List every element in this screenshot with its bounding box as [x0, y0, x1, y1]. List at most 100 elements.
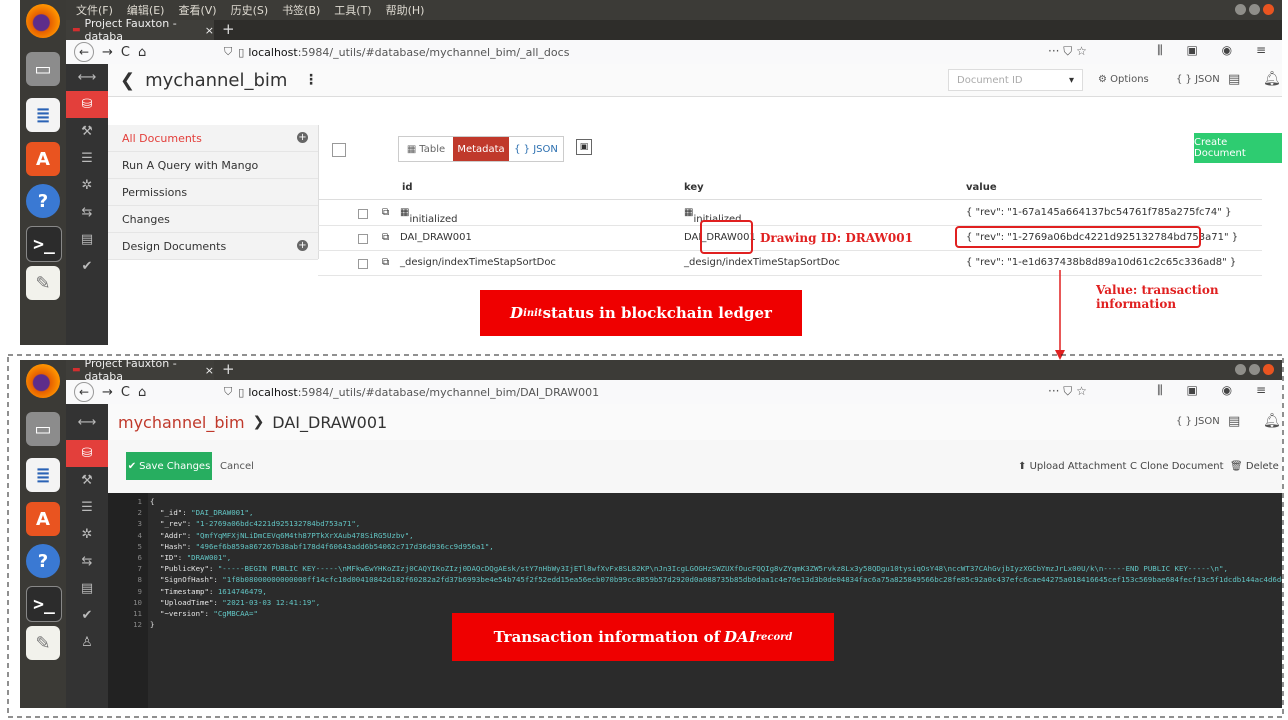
code-line: 1{	[108, 497, 1282, 508]
line-number: 8	[137, 575, 142, 585]
json-value: "DAI_DRAW001",	[191, 508, 254, 518]
json-key: "UploadTime":	[160, 597, 223, 607]
line-number: 12	[133, 620, 142, 630]
fauxton-sidenav: ⟷ ⛁ ⚒ ☰ ✲ ⇆ ▤ ✔ ♙	[66, 404, 108, 708]
url-bar[interactable]: ⛉ ▯ localhost :5984/_utils/#database/myc…	[224, 383, 1044, 401]
databases-icon[interactable]: ⛁	[66, 440, 108, 467]
save-label: Save Changes	[139, 460, 211, 472]
terminal-icon[interactable]: >_	[26, 586, 62, 622]
save-changes-button[interactable]: ✔ Save Changes	[126, 452, 212, 480]
json-key: "~version":	[160, 609, 214, 618]
toolbar-icons[interactable]: ⫼ ▣ ◉ ≡	[1157, 383, 1276, 398]
line-number: 10	[133, 597, 142, 607]
couchdb-icon: ▬	[72, 365, 81, 375]
json-key: "_rev":	[160, 519, 196, 529]
code-line: 10 "UploadTime": "2021-03-03 12:41:19",	[108, 598, 1282, 609]
code-line: 5 "Hash": "496ef6b859a867267b38abf178d4f6…	[108, 542, 1282, 553]
json-value: "2021-03-03 12:41:19",	[222, 597, 321, 607]
code-text: "ID": "DRAW001",	[160, 553, 231, 562]
banner-italic: DAI	[724, 628, 756, 646]
doc-toolbar: ✔ Save Changes Cancel ⬆ Upload Attachmen…	[108, 440, 1282, 494]
json-value: 1614746479,	[217, 586, 267, 596]
back-icon[interactable]: ←	[74, 382, 94, 402]
line-number: 6	[137, 553, 142, 562]
upload-attachment-button[interactable]: ⬆ Upload Attachment	[1018, 461, 1126, 472]
code-text: "Hash": "496ef6b859a867267b38abf178d4f60…	[160, 542, 494, 551]
json-key: "Addr":	[160, 530, 196, 540]
tab-bar: ▬ Project Fauxton - databa × +	[66, 360, 1282, 383]
code-line: 9 "Timestamp": 1614746479,	[108, 587, 1282, 598]
json-value: "-----BEGIN PUBLIC KEY-----\nMFkwEwYHKoZ…	[217, 564, 1228, 574]
page-actions-icon[interactable]: ··· ⛉ ☆	[1048, 384, 1087, 399]
code-text: "PublicKey": "-----BEGIN PUBLIC KEY-----…	[160, 564, 1228, 573]
check-icon[interactable]: ✔	[66, 602, 108, 629]
json-value: "QmfYqMFXjNLiDmCEVq6M4th87PTkXrXAub478Si…	[195, 530, 414, 540]
list-icon[interactable]: ☰	[66, 494, 108, 521]
breadcrumb-separator-icon: ❯	[252, 414, 265, 430]
code-line: 3 "_rev": "1-2769a06bdc4221d925132784bd75…	[108, 519, 1282, 530]
user-icon[interactable]: ♙	[66, 629, 108, 656]
code-text: {	[150, 497, 154, 506]
software-center-icon[interactable]: A	[26, 502, 60, 536]
line-number: 3	[137, 519, 142, 529]
json-key: "Hash":	[160, 541, 196, 551]
url-host: localhost	[248, 385, 298, 399]
firefox-icon[interactable]	[26, 364, 60, 398]
delete-label: Delete	[1245, 461, 1279, 472]
json-button[interactable]: { } JSON	[1176, 416, 1220, 427]
json-value: "1-2769a06bdc4221d925132784bd753a71",	[195, 519, 361, 529]
json-value: "DRAW001",	[186, 553, 232, 562]
breadcrumb-db[interactable]: mychannel_bim	[118, 413, 245, 432]
code-line: 7 "PublicKey": "-----BEGIN PUBLIC KEY----…	[108, 564, 1282, 575]
code-text: "Addr": "QmfYqMFXjNLiDmCEVq6M4th87PTkXrX…	[160, 531, 414, 540]
line-number: 5	[137, 541, 142, 551]
line-number: 7	[137, 564, 142, 574]
upload-label: Upload Attachment	[1029, 461, 1127, 472]
json-value: "1f8b08000000000000ff14cfc10d00410842d18…	[222, 575, 1282, 585]
code-line: 4 "Addr": "QmfYqMFXjNLiDmCEVq6M4th87PTkXr…	[108, 531, 1282, 542]
nav-bar: ← → C ⌂ ⛉ ▯ localhost :5984/_utils/#data…	[66, 380, 1282, 405]
json-key: }	[150, 620, 155, 630]
toggle-nav-icon[interactable]: ⟷	[66, 404, 108, 440]
cancel-button[interactable]: Cancel	[220, 461, 254, 472]
code-text: "Timestamp": 1614746479,	[160, 587, 267, 596]
code-line: 2 "_id": "DAI_DRAW001",	[108, 508, 1282, 519]
line-number: 1	[137, 497, 142, 506]
json-key: "PublicKey":	[160, 564, 218, 574]
window-controls	[1235, 364, 1274, 375]
home-icon[interactable]: ⌂	[138, 385, 146, 400]
gear-icon[interactable]: ✲	[66, 521, 108, 548]
json-editor[interactable]: 1{2 "_id": "DAI_DRAW001", 3 "_rev": "1-2769…	[108, 493, 1282, 708]
help-icon[interactable]: ?	[26, 544, 60, 578]
reload-icon[interactable]: C	[121, 385, 130, 400]
book-icon[interactable]: ▤	[66, 575, 108, 602]
code-text: }	[150, 620, 154, 629]
minimize-icon[interactable]	[1235, 364, 1246, 375]
code-line: 8 "SignOfHash": "1f8b08000000000000ff14cf…	[108, 575, 1282, 586]
page-icon: ▯	[238, 385, 245, 399]
shield-icon: ⛉	[224, 385, 233, 398]
delete-button[interactable]: 🗑︎ Delete	[1230, 461, 1279, 472]
close-icon[interactable]	[1263, 364, 1274, 375]
code-line: 6 "ID": "DRAW001",	[108, 553, 1282, 564]
files-icon[interactable]: ▭	[26, 412, 60, 446]
wrench-icon[interactable]: ⚒	[66, 467, 108, 494]
docs-icon[interactable]: ▤	[1228, 414, 1240, 429]
replication-icon[interactable]: ⇆	[66, 548, 108, 575]
json-key: "SignOfHash":	[160, 575, 223, 585]
caption-banner-bottom: Transaction information of DAI record	[452, 613, 834, 661]
json-key: {	[150, 497, 155, 506]
new-tab-icon[interactable]: +	[222, 360, 235, 378]
forward-icon[interactable]: →	[102, 385, 113, 400]
code-text: "~version": "CgMBCAA="	[160, 609, 258, 618]
writer-icon[interactable]: ≣	[26, 458, 60, 492]
maximize-icon[interactable]	[1249, 364, 1260, 375]
clone-document-button[interactable]: C Clone Document	[1130, 461, 1224, 472]
tab-close-icon[interactable]: ×	[205, 364, 214, 377]
ubuntu-launcher: ▭ ≣ A ? >_ ✎	[20, 360, 66, 708]
code-text: "SignOfHash": "1f8b08000000000000ff14cfc…	[160, 575, 1282, 584]
text-editor-icon[interactable]: ✎	[26, 626, 60, 660]
bell-icon[interactable]: 🔔︎	[1263, 413, 1281, 429]
browser-tab[interactable]: ▬ Project Fauxton - databa ×	[66, 360, 214, 383]
clone-label: Clone Document	[1140, 461, 1224, 472]
